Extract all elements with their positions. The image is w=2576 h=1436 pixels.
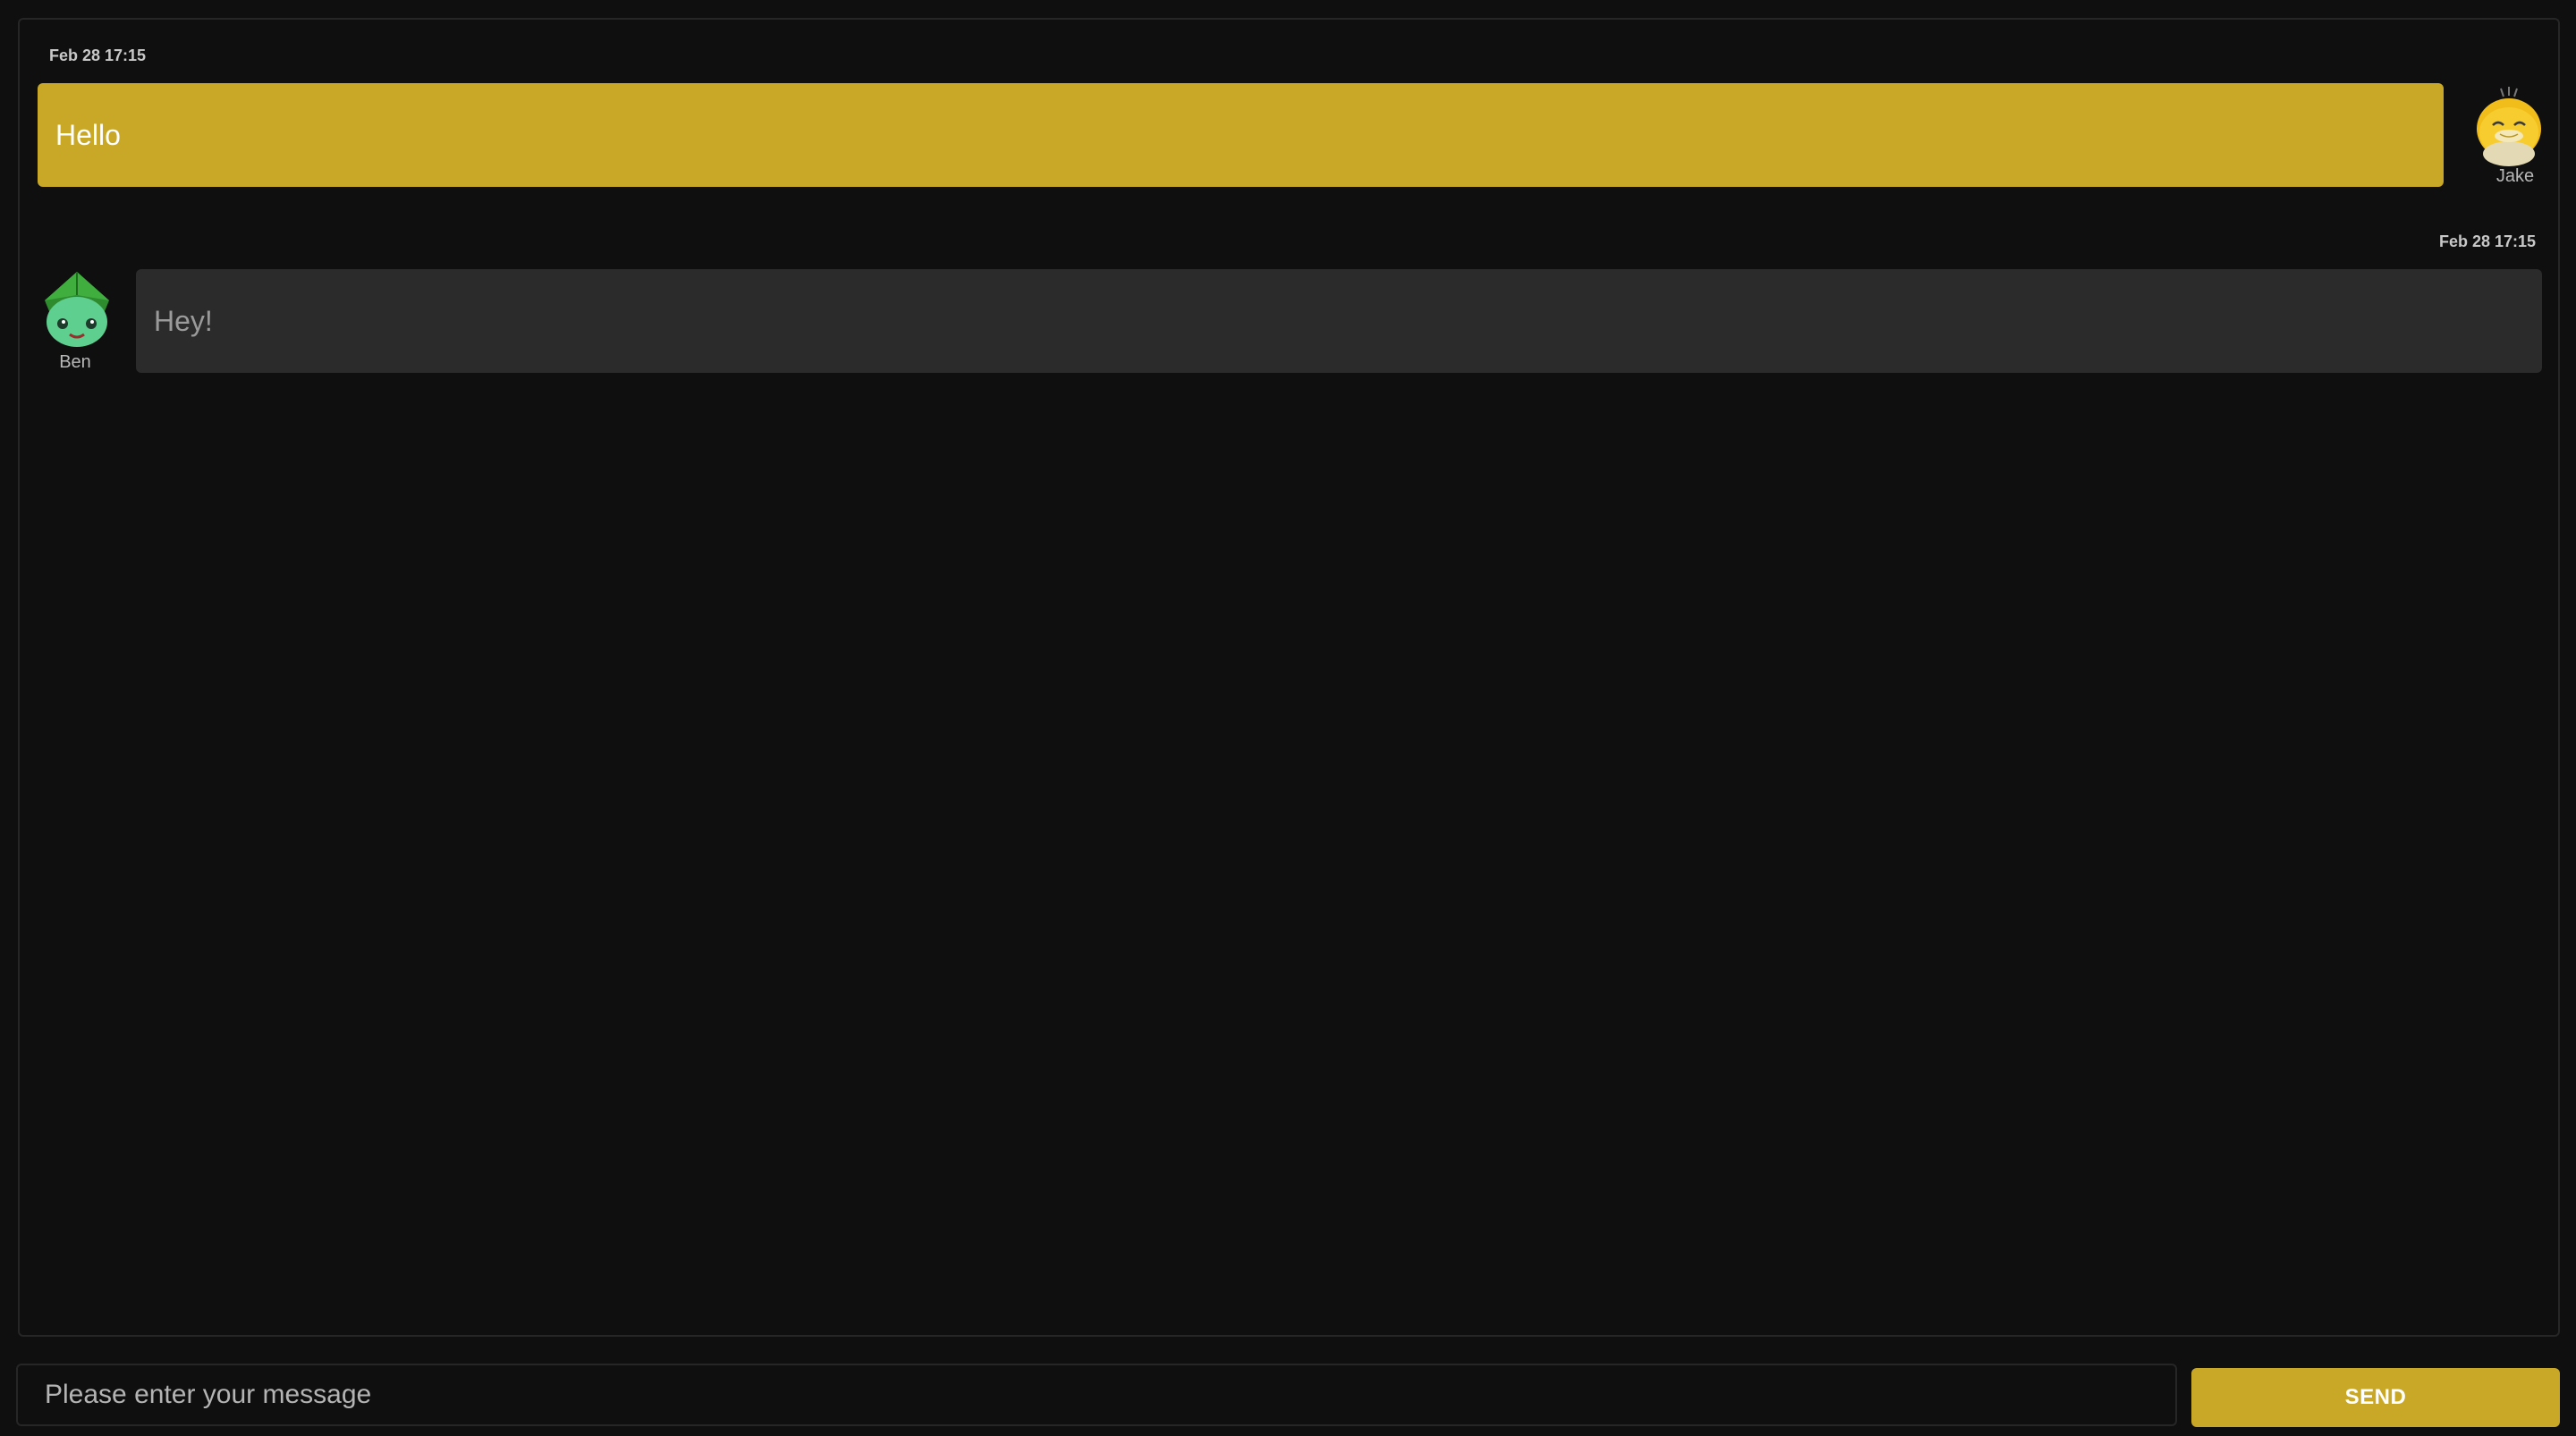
message-timestamp: Feb 28 17:15: [49, 46, 147, 64]
message-bubble-outgoing: Hello: [38, 83, 2444, 187]
message-text: Hey!: [154, 304, 213, 337]
yellow-duck-avatar-icon: [2468, 84, 2550, 166]
send-button[interactable]: SEND: [2191, 1368, 2560, 1427]
chat-messages-panel[interactable]: Feb 28 17:15 Hello Jake Feb 28 17:15 Ben…: [18, 18, 2560, 1337]
message-text: Hello: [55, 118, 121, 151]
green-frog-avatar-icon: [36, 268, 118, 351]
message-bubble-incoming: Hey!: [136, 269, 2542, 373]
sender-name: Ben: [59, 352, 91, 372]
sender-name: Jake: [2496, 166, 2535, 186]
message-timestamp: Feb 28 17:15: [2439, 232, 2537, 250]
message-input[interactable]: [16, 1364, 2177, 1426]
